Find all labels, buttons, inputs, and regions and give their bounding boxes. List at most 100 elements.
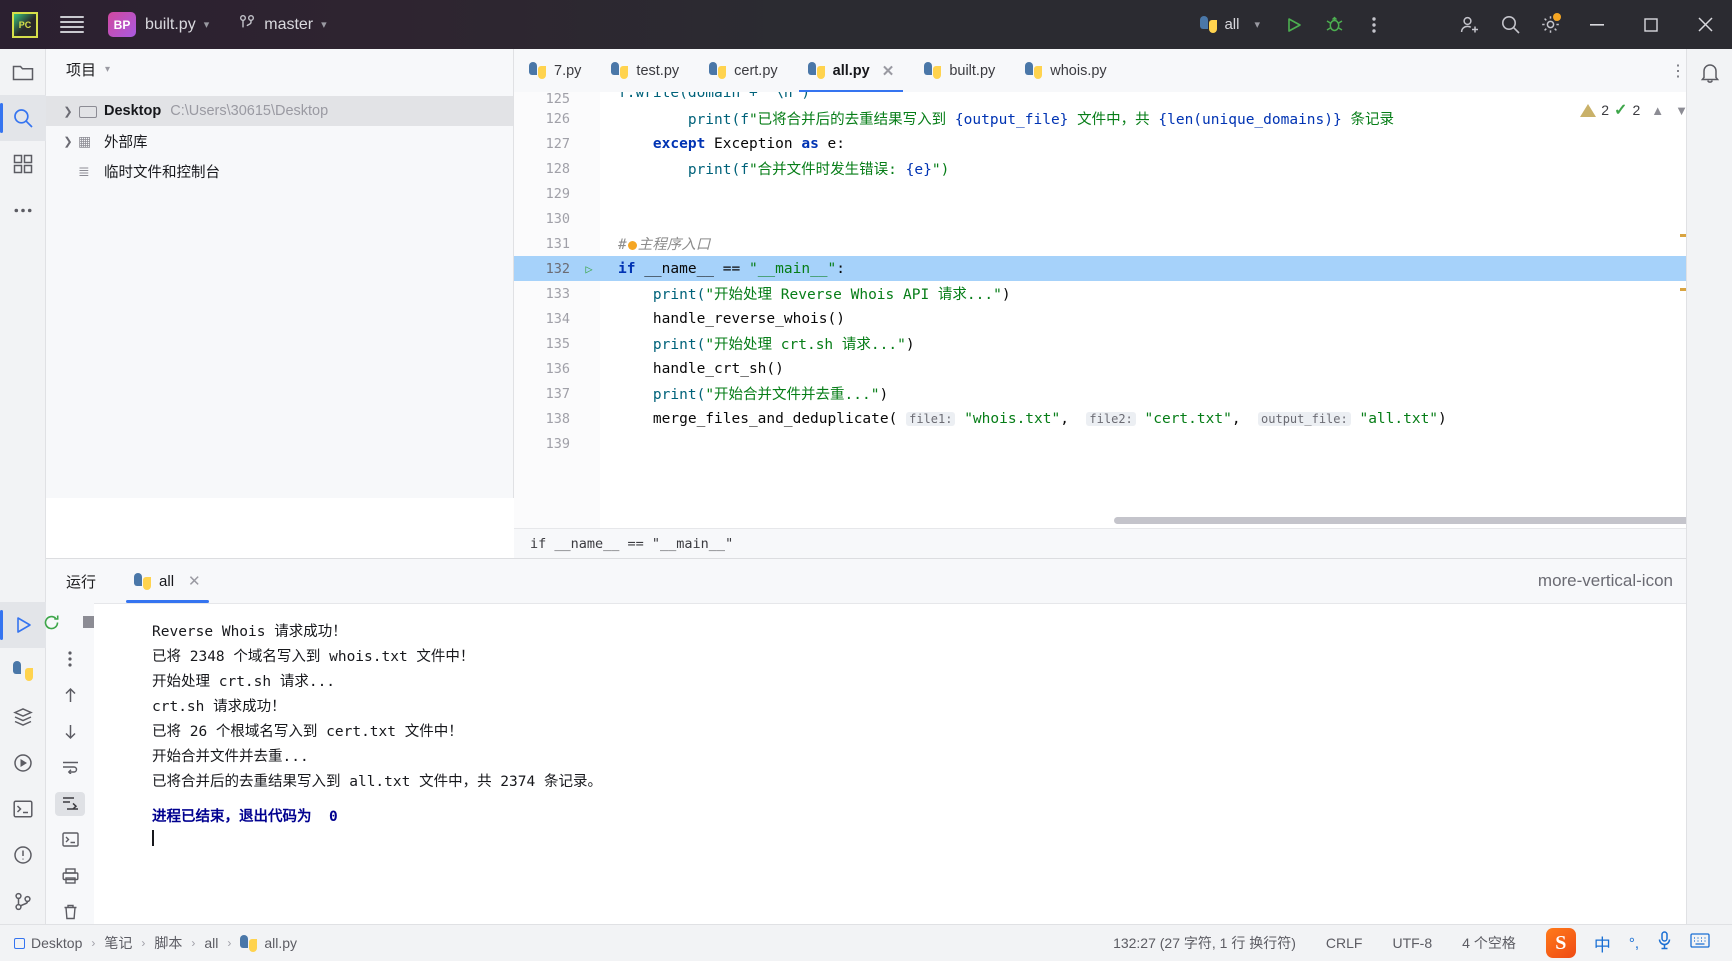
window-close-button[interactable] <box>1678 0 1732 49</box>
tab-bar-more-icon[interactable]: ⋮ <box>1670 61 1686 81</box>
tree-item-desktop[interactable]: ❯ Desktop C:\Users\30615\Desktop <box>46 96 513 126</box>
rail-terminal-icon[interactable] <box>0 786 46 832</box>
tab-whois-py[interactable]: whois.py <box>1010 49 1121 92</box>
window-maximize-button[interactable] <box>1624 0 1678 49</box>
status-crumb-desktop[interactable]: Desktop <box>14 935 82 951</box>
settings-gear-icon[interactable] <box>1530 0 1570 49</box>
editor-horizontal-scrollbar[interactable] <box>1114 517 1700 524</box>
more-actions-icon[interactable] <box>1354 0 1394 49</box>
project-panel-chevron-down-icon[interactable]: ▾ <box>105 64 110 75</box>
run-configuration-selector[interactable]: all ▾ <box>1200 16 1260 33</box>
editor-tab-bar: 7.py test.py cert.py all.py ✕ built.py w… <box>514 49 1700 92</box>
run-panel-more-icon[interactable]: more-vertical-icon <box>1538 571 1673 591</box>
line-number: 139 <box>545 435 570 452</box>
rail-database-icon[interactable] <box>0 694 46 740</box>
previous-highlight-icon[interactable]: ▲ <box>1651 103 1664 118</box>
status-crumb-all-py[interactable]: all.py <box>240 934 297 952</box>
indent-setting[interactable]: 4 个空格 <box>1462 933 1516 953</box>
python-icon <box>1025 62 1043 79</box>
intention-bulb-icon[interactable] <box>627 240 637 250</box>
ime-punctuation-icon[interactable]: °, <box>1629 935 1639 952</box>
editor-code-area[interactable]: 125 f.write(domain + "\n") 126 print(f"已… <box>514 92 1700 528</box>
code-editor[interactable]: 125 f.write(domain + "\n") 126 print(f"已… <box>514 92 1700 528</box>
console-line: 已将合并后的去重结果写入到 all.txt 文件中，共 2374 条记录。 <box>152 774 602 790</box>
run-session-tab-all[interactable]: all ✕ <box>126 559 209 603</box>
code-line-137: 137 print("开始合并文件并去重...") <box>514 381 1700 406</box>
code-line-135: 135 print("开始处理 crt.sh 请求...") <box>514 331 1700 356</box>
status-crumb-scripts[interactable]: 脚本 <box>154 933 182 953</box>
project-name[interactable]: built.py <box>145 16 196 34</box>
tab-label: test.py <box>636 62 680 79</box>
rerun-icon[interactable] <box>36 609 66 635</box>
run-toolbar-more-icon[interactable] <box>55 647 85 671</box>
rail-python-console-icon[interactable] <box>0 648 46 694</box>
line-number: 138 <box>545 410 570 427</box>
tree-item-scratches[interactable]: ≣ 临时文件和控制台 <box>46 156 513 186</box>
line-separator[interactable]: CRLF <box>1326 935 1363 951</box>
rail-services-icon[interactable] <box>0 740 46 786</box>
settings-notification-dot <box>1553 13 1561 21</box>
rail-search-everywhere-icon[interactable] <box>0 95 46 141</box>
project-badge[interactable]: BP <box>108 12 136 37</box>
debug-button[interactable] <box>1314 0 1354 49</box>
add-collaborator-icon[interactable] <box>1450 0 1490 49</box>
pycharm-logo-icon: PC <box>12 11 38 38</box>
terminal-icon[interactable] <box>55 828 85 852</box>
rail-more-icon[interactable] <box>0 187 46 233</box>
scroll-up-icon[interactable] <box>55 683 85 707</box>
inspection-widget[interactable]: 2 ✓ 2 ▲ ▼ <box>1580 100 1688 120</box>
rail-problems-icon[interactable] <box>0 832 46 878</box>
tab-label: 7.py <box>554 62 582 79</box>
tab-built-py[interactable]: built.py <box>909 49 1010 92</box>
branch-icon <box>239 14 255 35</box>
branch-chevron-down-icon[interactable]: ▾ <box>321 18 327 31</box>
print-icon[interactable] <box>55 864 85 888</box>
tab-cert-py[interactable]: cert.py <box>694 49 793 92</box>
scroll-to-end-icon[interactable] <box>55 791 85 816</box>
branch-name[interactable]: master <box>264 16 313 34</box>
tab-close-icon[interactable]: ✕ <box>882 62 895 80</box>
tab-all-py[interactable]: all.py ✕ <box>793 49 910 92</box>
run-session-close-icon[interactable]: ✕ <box>188 572 201 590</box>
window-minimize-button[interactable] <box>1570 0 1624 49</box>
file-encoding[interactable]: UTF-8 <box>1392 935 1432 951</box>
code-text: handle_crt_sh() <box>652 360 784 377</box>
caret-position[interactable]: 132:27 (27 字符, 1 行 换行符) <box>1113 933 1296 953</box>
tab-test-py[interactable]: test.py <box>596 49 694 92</box>
right-tool-rail <box>1686 49 1732 924</box>
expand-arrow-icon[interactable]: ❯ <box>58 105 78 118</box>
ime-keyboard-icon[interactable] <box>1690 933 1710 953</box>
scroll-down-icon[interactable] <box>55 719 85 743</box>
status-crumb-notes[interactable]: 笔记 <box>104 933 132 953</box>
ime-mode-chinese[interactable]: 中 <box>1594 931 1611 956</box>
code-line-133: 133 print("开始处理 Reverse Whois API 请求..."… <box>514 281 1700 306</box>
notifications-bell-icon[interactable] <box>1687 49 1732 95</box>
run-console-output[interactable]: Reverse Whois 请求成功！ 已将 2348 个域名写入到 whois… <box>94 603 1732 924</box>
line-number: 132 <box>545 260 570 277</box>
code-line-129: 129 <box>514 181 1700 206</box>
line-number: 133 <box>545 285 570 302</box>
python-icon <box>807 62 825 79</box>
run-arrow-gutter-icon[interactable]: ▷ <box>578 262 600 276</box>
code-line-132: 132 ▷ if __name__ == "__main__": <box>514 256 1700 281</box>
search-icon[interactable] <box>1490 0 1530 49</box>
rail-project-icon[interactable] <box>0 49 46 95</box>
run-config-label: all <box>1224 16 1240 33</box>
code-text: print("开始合并文件并去重...") <box>652 387 889 403</box>
rail-structure-icon[interactable] <box>0 141 46 187</box>
ime-microphone-icon[interactable] <box>1657 931 1672 955</box>
sogou-ime-logo-icon[interactable]: S <box>1545 928 1576 958</box>
run-button[interactable] <box>1274 0 1314 49</box>
clear-all-icon[interactable] <box>55 900 85 924</box>
folder-icon <box>78 104 98 119</box>
tab-7-py[interactable]: 7.py <box>514 49 596 92</box>
soft-wrap-icon[interactable] <box>55 755 85 779</box>
expand-arrow-icon[interactable]: ❯ <box>58 135 78 148</box>
tree-item-external-libraries[interactable]: ❯ ▦ 外部库 <box>46 126 513 156</box>
project-chevron-down-icon[interactable]: ▾ <box>204 18 210 31</box>
status-crumb-all[interactable]: all <box>204 935 218 951</box>
main-menu-icon[interactable] <box>60 16 84 33</box>
rail-version-control-icon[interactable] <box>0 878 46 924</box>
code-text: print(f"合并文件时发生错误: {e}") <box>687 162 950 178</box>
python-icon <box>924 62 942 79</box>
